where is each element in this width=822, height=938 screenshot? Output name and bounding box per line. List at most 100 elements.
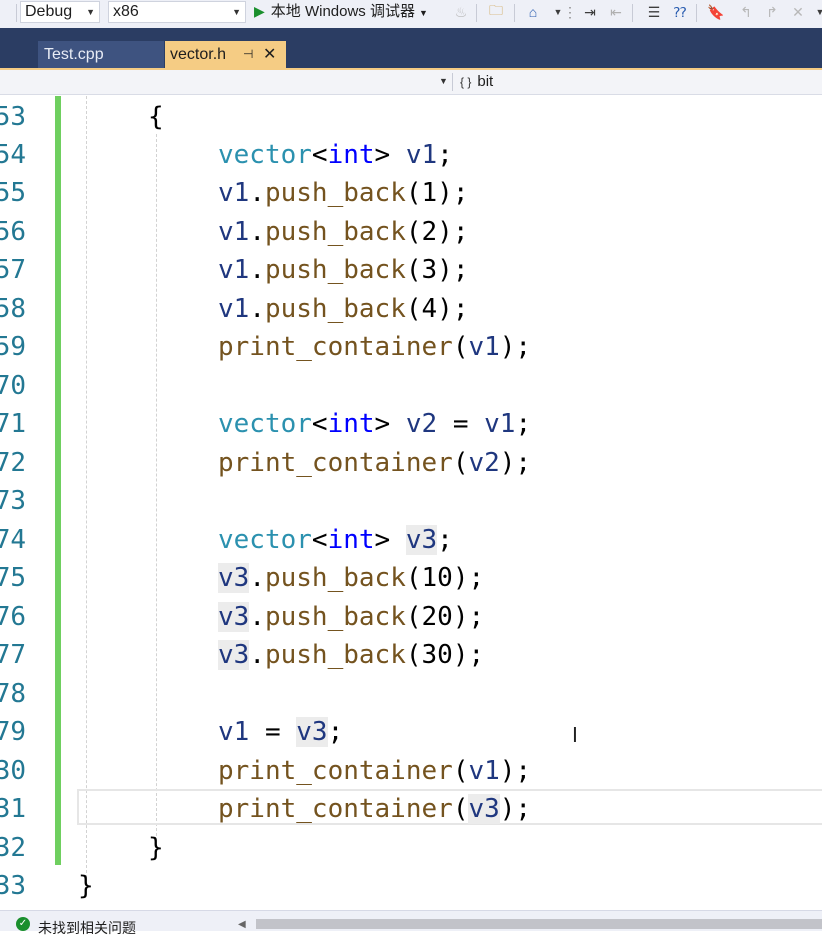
line-number: 78 — [0, 679, 26, 709]
code-line: 74 vector<int> v3; — [0, 521, 822, 559]
code-line: 78 — [0, 675, 822, 713]
toolbar-separator — [632, 4, 633, 22]
chevron-down-icon: ▼ — [86, 7, 95, 17]
code-line: 75 v3.push_back(10); — [0, 559, 822, 597]
code-line: 79 v1 = v3; — [0, 713, 822, 751]
uncomment-icon[interactable]: ⁇ — [670, 2, 690, 22]
code-line: 57 v1.push_back(3); — [0, 251, 822, 289]
code-text: v3.push_back(30); — [218, 640, 485, 670]
issues-status[interactable]: 未找到相关问题 — [38, 918, 136, 938]
code-text: print_container(v3); — [218, 794, 532, 824]
toolbar-separator — [16, 4, 17, 22]
line-number: 79 — [0, 717, 26, 747]
start-debugging-label: 本地 Windows 调试器 — [270, 3, 415, 20]
line-number: 71 — [0, 409, 26, 439]
tab-label: vector.h — [170, 46, 227, 63]
code-line: 33 } — [0, 867, 822, 905]
line-number: 75 — [0, 563, 26, 593]
code-text: v1.push_back(1); — [218, 178, 469, 208]
chevron-down-icon: ▼ — [418, 8, 428, 18]
code-line: 30 print_container(v1); — [0, 752, 822, 790]
outdent-icon[interactable]: ⇤ — [606, 2, 626, 22]
scope-label: bit — [477, 73, 494, 90]
chevron-down-icon[interactable]: ▼ — [810, 2, 822, 22]
line-number: 73 — [0, 486, 26, 516]
scope-dropdown[interactable]: { } bit — [460, 73, 493, 91]
scroll-left-icon[interactable]: ◀ — [238, 919, 246, 930]
close-icon[interactable]: ✕ — [263, 41, 276, 68]
code-line: 53 { — [0, 98, 822, 136]
toolbar-separator — [514, 4, 515, 22]
code-line: 77 v3.push_back(30); — [0, 636, 822, 674]
line-number: 59 — [0, 332, 26, 362]
code-text: v1.push_back(3); — [218, 255, 469, 285]
line-number: 33 — [0, 871, 26, 901]
pin-icon[interactable]: ⊣ — [243, 41, 253, 68]
code-text: print_container(v1); — [218, 756, 532, 786]
line-number: 72 — [0, 448, 26, 478]
code-text: v3.push_back(10); — [218, 563, 485, 593]
code-text: v1.push_back(4); — [218, 294, 469, 324]
tab-vector-h[interactable]: vector.h ⊣ ✕ — [165, 41, 286, 68]
code-text: vector<int> v1; — [218, 140, 453, 170]
flame-icon[interactable]: ♨ — [451, 2, 471, 22]
code-text: vector<int> v2 = v1; — [218, 409, 532, 439]
line-number: 30 — [0, 756, 26, 786]
solution-config-dropdown[interactable]: Debug ▼ — [20, 1, 100, 23]
next-bookmark-icon[interactable]: ↱ — [762, 2, 782, 22]
code-line: 56 v1.push_back(2); — [0, 213, 822, 251]
play-icon: ▶ — [254, 3, 265, 19]
toolbar-separator — [696, 4, 697, 22]
line-number: 56 — [0, 217, 26, 247]
code-line: 70 — [0, 367, 822, 405]
prev-bookmark-icon[interactable]: ↰ — [736, 2, 756, 22]
home-icon[interactable]: ⌂ — [523, 2, 543, 22]
code-text: vector<int> v3; — [218, 525, 453, 555]
chevron-down-icon: ▼ — [232, 7, 241, 17]
chevron-down-icon[interactable]: ▼ — [439, 76, 448, 86]
line-number: 32 — [0, 833, 26, 863]
code-line: 73 — [0, 482, 822, 520]
code-line: 58 v1.push_back(4); — [0, 290, 822, 328]
code-line: 55 v1.push_back(1); — [0, 174, 822, 212]
code-text: print_container(v2); — [218, 448, 532, 478]
line-number: 55 — [0, 178, 26, 208]
clear-bookmark-icon[interactable]: ✕ — [788, 2, 808, 22]
line-number: 54 — [0, 140, 26, 170]
indent-icon[interactable]: ⇥ — [580, 2, 600, 22]
line-number: 53 — [0, 102, 26, 132]
line-number: 31 — [0, 794, 26, 824]
code-text: } — [78, 871, 94, 901]
code-line: 32 } — [0, 829, 822, 867]
line-number: 70 — [0, 371, 26, 401]
code-text: print_container(v1); — [218, 332, 532, 362]
toolbar: Debug ▼ x86 ▼ ▶ 本地 Windows 调试器 ▼ ♨ 🗀 ⌂ ▼ ⋮… — [0, 0, 822, 29]
code-line: 59 print_container(v1); — [0, 328, 822, 366]
toolbar-separator — [476, 4, 477, 22]
code-line: 71 vector<int> v2 = v1; — [0, 405, 822, 443]
check-icon: ✓ — [16, 917, 30, 931]
line-number: 76 — [0, 602, 26, 632]
code-line: 72 print_container(v2); — [0, 444, 822, 482]
code-text: v1.push_back(2); — [218, 217, 469, 247]
code-line: 76 v3.push_back(20); — [0, 598, 822, 636]
navigation-bar: ▼ { } bit — [0, 70, 822, 95]
tab-label: Test.cpp — [44, 46, 104, 63]
line-number: 57 — [0, 255, 26, 285]
namespace-icon: { } — [460, 75, 472, 89]
bookmark-icon[interactable]: 🔖 — [706, 2, 726, 22]
platform-dropdown[interactable]: x86 ▼ — [108, 1, 246, 23]
platform-value: x86 — [113, 3, 139, 20]
code-text: { — [148, 102, 164, 132]
start-debugging-button[interactable]: ▶ 本地 Windows 调试器 ▼ — [254, 1, 428, 23]
open-folder-icon[interactable]: 🗀 — [486, 2, 506, 22]
code-text: } — [148, 833, 164, 863]
line-number: 58 — [0, 294, 26, 324]
comment-icon[interactable]: ☰ — [644, 2, 664, 22]
status-bar: ✓ 未找到相关问题 ◀ — [0, 910, 822, 936]
code-line: 31 print_container(v3); — [0, 790, 822, 828]
horizontal-scrollbar[interactable] — [256, 919, 822, 929]
tab-test-cpp[interactable]: Test.cpp — [38, 41, 164, 68]
line-number: 74 — [0, 525, 26, 555]
text-cursor-icon: I — [572, 723, 578, 747]
